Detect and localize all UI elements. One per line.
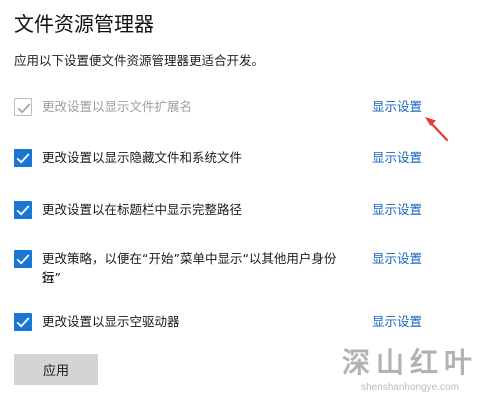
watermark: 深山红叶 shenshanhongye.com <box>330 345 490 403</box>
watermark-url: shenshanhongye.com <box>361 382 459 393</box>
setting-label: 更改设置以显示隐藏文件和系统文件 <box>42 150 243 165</box>
file-explorer-settings-panel: 文件资源管理器 应用以下设置便文件资源管理器更适合开发。 更改设置以显示文件扩展… <box>0 0 500 407</box>
setting-label: 更改设置以在标题栏中显示完整路径 <box>42 202 243 217</box>
checkmark-icon <box>16 205 30 216</box>
setting-label: 更改设置以显示空驱动器 <box>42 314 180 329</box>
red-arrow-icon <box>425 117 449 142</box>
setting-label: 更改设置以显示文件扩展名 <box>42 99 193 114</box>
setting-row-empty-drives: 更改设置以显示空驱动器 显示设置 <box>14 310 454 334</box>
checkbox-hidden-files[interactable] <box>14 149 32 167</box>
show-settings-link[interactable]: 显示设置 <box>372 148 422 167</box>
checkbox-empty-drives[interactable] <box>14 313 32 331</box>
show-settings-link[interactable]: 显示设置 <box>372 312 422 331</box>
setting-row-hidden-files: 更改设置以显示隐藏文件和系统文件 显示设置 <box>14 146 454 170</box>
checkmark-icon <box>16 153 30 164</box>
show-settings-link[interactable]: 显示设置 <box>372 200 422 219</box>
show-settings-link[interactable]: 显示设置 <box>372 249 422 268</box>
checkbox-run-as-user[interactable] <box>14 250 32 268</box>
checkmark-icon <box>16 317 30 328</box>
page-description: 应用以下设置便文件资源管理器更适合开发。 <box>14 53 265 68</box>
setting-row-full-path: 更改设置以在标题栏中显示完整路径 显示设置 <box>14 198 454 222</box>
checkmark-icon <box>16 254 30 265</box>
setting-row-run-as-user: 更改策略，以便在“开始”菜单中显示“以其他用户身份运 行” 显示设置 <box>14 247 454 291</box>
checkbox-file-extensions[interactable] <box>14 98 32 116</box>
checkmark-icon <box>17 103 31 114</box>
page-title: 文件资源管理器 <box>14 12 154 36</box>
setting-row-file-extensions: 更改设置以显示文件扩展名 显示设置 <box>14 95 454 119</box>
setting-label-continued: 行” <box>42 270 61 285</box>
apply-button[interactable]: 应用 <box>14 354 98 385</box>
show-settings-link[interactable]: 显示设置 <box>372 97 422 116</box>
watermark-brand: 深山红叶 <box>341 346 478 379</box>
checkbox-full-path[interactable] <box>14 201 32 219</box>
